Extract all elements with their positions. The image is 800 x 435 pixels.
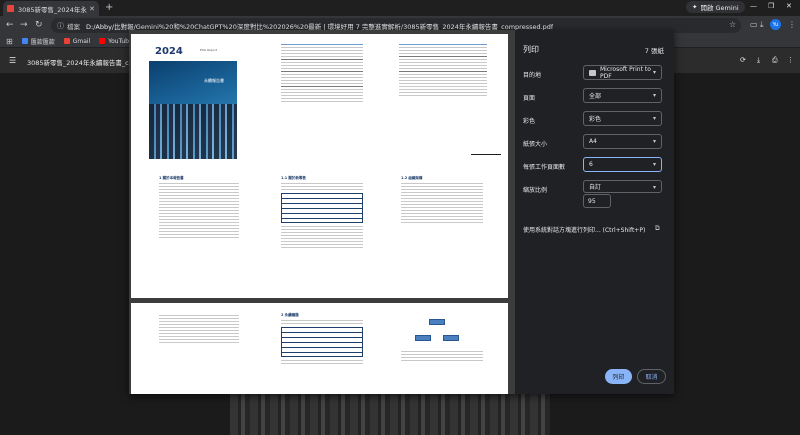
scale-percent-input[interactable]: 95 bbox=[583, 194, 611, 208]
color-value: 彩色 bbox=[589, 116, 602, 123]
sheet-count: 7 張紙 bbox=[644, 47, 664, 55]
content-page bbox=[401, 313, 483, 383]
content-page: 2 永續議題 bbox=[281, 313, 363, 366]
paper-size-select[interactable]: A4 ▾ bbox=[583, 134, 662, 149]
cover-subtitle: ESG Report bbox=[200, 48, 218, 52]
reload-icon[interactable]: ↻ bbox=[35, 20, 43, 30]
cover-label: 永續報告書 bbox=[204, 78, 224, 83]
toc-page bbox=[281, 42, 363, 104]
scale-label: 縮放比例 bbox=[523, 187, 548, 194]
print-dialog: 2024 ESG Report 永續報告書 1 關於本報告書 1.1 關於新零售… bbox=[129, 30, 674, 394]
content-page: 1 關於本報告書 bbox=[159, 176, 239, 240]
profile-avatar[interactable]: Yu bbox=[770, 19, 781, 30]
bookmark-item[interactable]: YouTube bbox=[99, 38, 133, 45]
tab-title: 3085新零售_2024年永續報告書 bbox=[18, 5, 87, 14]
pages-select[interactable]: 全部 ▾ bbox=[583, 88, 662, 103]
page-footer-line bbox=[471, 154, 501, 155]
cover-year: 2024 bbox=[155, 46, 183, 57]
pdf-favicon-icon bbox=[7, 5, 14, 12]
url-text[interactable]: D:/Abby/比對報/Gemini%20和%20ChatGPT%20深度對比%… bbox=[86, 21, 553, 31]
hamburger-menu-icon[interactable]: ☰ bbox=[9, 56, 16, 65]
pdf-print-icon[interactable]: ⎙ bbox=[772, 56, 778, 65]
print-title: 列印 bbox=[523, 45, 539, 54]
pdf-file-name: 3085新零售_2024年永續報告書_compr bbox=[27, 59, 146, 67]
color-label: 彩色 bbox=[523, 118, 536, 125]
chevron-down-icon: ▾ bbox=[652, 138, 656, 145]
printer-icon bbox=[589, 69, 596, 76]
pages-per-sheet-value: 6 bbox=[589, 161, 593, 168]
restore-icon[interactable]: ❐ bbox=[768, 2, 774, 10]
background-page-image bbox=[230, 393, 550, 435]
gemini-icon: ✦ bbox=[692, 3, 698, 11]
chevron-down-icon: ▾ bbox=[652, 184, 656, 191]
bookmark-star-icon[interactable]: ☆ bbox=[729, 20, 736, 29]
bookmark-item[interactable]: 匯款匯款 bbox=[21, 37, 55, 46]
bookmark-label: 匯款匯款 bbox=[30, 38, 55, 46]
apps-icon[interactable]: ⊞ bbox=[6, 37, 13, 46]
pages-per-sheet-select[interactable]: 6 ▾ bbox=[583, 157, 662, 172]
sidepanel-icon[interactable]: ▭ bbox=[750, 20, 758, 29]
close-tab-icon[interactable]: ✕ bbox=[89, 5, 95, 13]
bookmark-label: Gmail bbox=[72, 37, 91, 45]
pdf-download-icon[interactable]: ⤓ bbox=[757, 56, 760, 65]
print-settings-panel: 列印 7 張紙 目的地 Microsoft Print to PDF ▾ 頁面 … bbox=[515, 30, 674, 394]
forward-icon[interactable]: → bbox=[20, 20, 28, 30]
new-tab-button[interactable]: + bbox=[105, 2, 113, 13]
open-external-icon[interactable]: ⧉ bbox=[655, 224, 660, 233]
chevron-down-icon: ▾ bbox=[652, 161, 656, 168]
destination-select[interactable]: Microsoft Print to PDF ▾ bbox=[583, 65, 662, 80]
toc-page bbox=[399, 42, 487, 98]
content-page: 1.2 組織架構 bbox=[401, 176, 483, 225]
browser-tab[interactable]: 3085新零售_2024年永續報告書 ✕ bbox=[3, 1, 99, 16]
org-chart-node bbox=[415, 335, 431, 341]
paper-size-label: 紙張大小 bbox=[523, 141, 548, 148]
destination-label: 目的地 bbox=[523, 72, 542, 79]
preview-sheet: 2 永續議題 bbox=[131, 303, 508, 394]
gmail-icon bbox=[63, 38, 70, 44]
chevron-down-icon: ▾ bbox=[652, 92, 656, 99]
preview-sheet: 2024 ESG Report 永續報告書 1 關於本報告書 1.1 關於新零售… bbox=[131, 34, 508, 298]
close-window-icon[interactable]: ✕ bbox=[786, 2, 792, 10]
bookmark-item[interactable]: Gmail bbox=[63, 37, 91, 45]
pdf-more-icon[interactable]: ⋮ bbox=[787, 56, 794, 64]
destination-value: Microsoft Print to PDF bbox=[599, 65, 651, 80]
scale-select[interactable]: 自訂 ▾ bbox=[583, 180, 662, 193]
minimize-icon[interactable]: — bbox=[750, 2, 757, 10]
pages-value: 全部 bbox=[589, 93, 602, 100]
pages-per-sheet-label: 每張工作頁面數 bbox=[523, 164, 566, 171]
org-chart-node bbox=[443, 335, 459, 341]
download-icon[interactable]: ⤓ bbox=[760, 20, 764, 30]
menu-kebab-icon[interactable]: ⋮ bbox=[788, 20, 796, 29]
site-info-icon[interactable]: ⓘ bbox=[57, 21, 64, 31]
file-label: 檔案 bbox=[67, 22, 80, 31]
back-icon[interactable]: ← bbox=[6, 20, 14, 30]
page-text bbox=[401, 349, 483, 363]
gemini-button[interactable]: ✦ 開啟 Gemini bbox=[686, 1, 745, 13]
chevron-down-icon: ▾ bbox=[652, 69, 656, 76]
scale-percent-value: 95 bbox=[588, 197, 596, 205]
org-chart-node bbox=[429, 319, 445, 325]
print-preview: 2024 ESG Report 永續報告書 1 關於本報告書 1.1 關於新零售… bbox=[129, 30, 515, 394]
tab-strip: 3085新零售_2024年永續報告書 ✕ + ✦ 開啟 Gemini — ❐ ✕ bbox=[0, 0, 800, 16]
paper-size-value: A4 bbox=[589, 138, 597, 145]
cover-image bbox=[149, 61, 237, 159]
content-page: 1.1 關於新零售 bbox=[281, 176, 363, 250]
system-dialog-link[interactable]: 使用系統對話方塊進行列印... (Ctrl+Shift+P) bbox=[523, 225, 645, 234]
scale-value: 自訂 bbox=[589, 184, 602, 191]
cancel-button[interactable]: 取消 bbox=[637, 369, 666, 384]
color-select[interactable]: 彩色 ▾ bbox=[583, 111, 662, 126]
gemini-label: 開啟 Gemini bbox=[700, 4, 739, 12]
rotate-icon[interactable]: ⟳ bbox=[740, 56, 746, 64]
youtube-icon bbox=[99, 38, 106, 44]
chevron-down-icon: ▾ bbox=[652, 115, 656, 122]
bookmark-favicon-icon bbox=[21, 38, 28, 44]
pages-label: 頁面 bbox=[523, 95, 536, 102]
print-button[interactable]: 列印 bbox=[605, 369, 632, 384]
content-page bbox=[159, 313, 239, 345]
